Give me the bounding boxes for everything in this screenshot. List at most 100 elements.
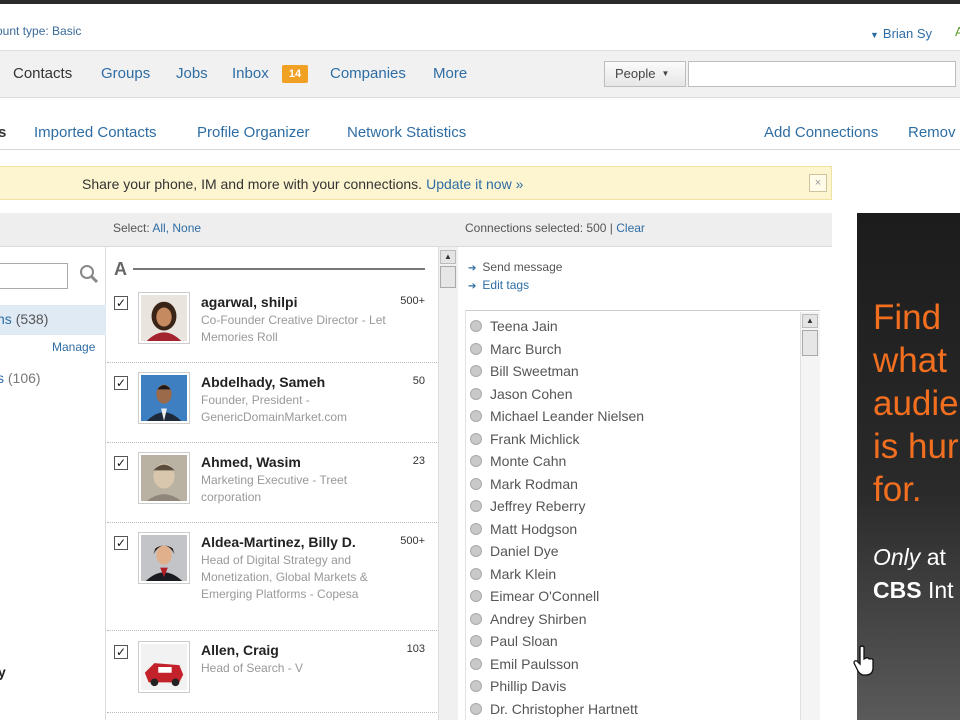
tab-network-statistics[interactable]: Network Statistics — [347, 124, 466, 141]
tag-item[interactable]: s (106) — [0, 370, 41, 386]
remove-icon[interactable] — [470, 477, 482, 490]
remove-icon[interactable] — [470, 365, 482, 377]
avatar[interactable] — [138, 641, 190, 693]
close-icon[interactable]: × — [809, 174, 827, 192]
selected-name: Marc Burch — [490, 340, 562, 357]
tag-all-connections[interactable]: ns (538) — [0, 311, 48, 327]
contact-row[interactable]: ✓ Abdelhady, Sameh Founder, President - … — [107, 363, 437, 443]
tag-name: s — [0, 370, 4, 386]
remove-icon[interactable] — [470, 657, 482, 670]
selected-item: Dr. Christopher Hartnett — [470, 701, 790, 720]
avatar[interactable] — [138, 452, 190, 504]
remove-icon[interactable] — [470, 612, 482, 625]
contact-row[interactable]: ✓ Aldea-Martinez, Billy D. Head of Digit… — [107, 523, 437, 631]
search-scope-select[interactable]: People ▼ — [604, 61, 686, 87]
contact-name[interactable]: Abdelhady, Sameh — [201, 374, 325, 390]
contacts-scroll-thumb[interactable] — [440, 266, 456, 288]
tag-search-input[interactable] — [0, 263, 68, 289]
search-input[interactable] — [688, 61, 956, 87]
ad-brand: CBS Int — [873, 577, 954, 604]
contact-row[interactable]: ✓ agarwal, shilpi Co-Founder Creative Di… — [107, 283, 437, 363]
contact-name[interactable]: Aldea-Martinez, Billy D. — [201, 534, 356, 550]
ad-headline-line: audie — [873, 384, 959, 423]
remove-icon[interactable] — [470, 567, 482, 580]
search-icon[interactable] — [77, 262, 101, 286]
remove-icon[interactable] — [470, 387, 482, 400]
add-connections-link[interactable]: Add Connections — [764, 124, 878, 141]
contacts-scrollbar[interactable] — [438, 247, 458, 720]
remove-icon[interactable] — [470, 545, 482, 557]
remove-icon[interactable] — [470, 635, 482, 647]
avatar[interactable] — [138, 372, 190, 424]
edit-tags-action[interactable]: ➔ Edit tags — [468, 278, 529, 292]
contact-name[interactable]: Ahmed, Wasim — [201, 454, 301, 470]
connection-count: 23 — [412, 455, 425, 467]
notice-banner: Share your phone, IM and more with your … — [0, 166, 832, 200]
avatar[interactable] — [138, 532, 190, 584]
selected-name: Frank Michlick — [490, 430, 580, 447]
selected-name: Jason Cohen — [490, 385, 573, 402]
selected-item: Eimear O'Connell — [470, 588, 790, 611]
remove-icon[interactable] — [470, 342, 482, 355]
nav-companies[interactable]: Companies — [330, 65, 406, 82]
update-now-link[interactable]: Update it now » — [426, 176, 523, 192]
scroll-up-arrow-icon[interactable]: ▲ — [440, 250, 456, 264]
remove-icon[interactable] — [470, 590, 482, 602]
selected-scrollbar[interactable] — [800, 312, 820, 720]
contact-checkbox[interactable]: ✓ — [114, 296, 128, 310]
inbox-count-badge[interactable]: 14 — [282, 65, 308, 83]
selected-item: Matt Hodgson — [470, 521, 790, 544]
language-menu-fragment[interactable]: A — [955, 24, 960, 40]
remove-icon[interactable] — [470, 702, 482, 715]
contact-title: Marketing Executive - Treet corporation — [201, 473, 348, 504]
remove-icon[interactable] — [470, 500, 482, 512]
tab-connections[interactable]: s — [0, 124, 6, 141]
user-menu[interactable]: ▼ Brian Sy — [870, 26, 932, 41]
remove-icon[interactable] — [470, 455, 482, 467]
send-message-action[interactable]: ➔ Send message — [468, 260, 562, 274]
selected-name: Matt Hodgson — [490, 520, 578, 537]
select-none-link[interactable]: None — [172, 221, 201, 235]
remove-icon[interactable] — [470, 680, 482, 692]
contact-checkbox[interactable]: ✓ — [114, 456, 128, 470]
scroll-up-arrow-icon[interactable]: ▲ — [802, 314, 818, 328]
select-all-link[interactable]: All, — [152, 221, 169, 235]
remove-icon[interactable] — [470, 522, 482, 535]
selected-name: Andrey Shirben — [490, 610, 587, 627]
letter-divider — [133, 268, 425, 270]
selection-status: Connections selected: 500 | Clear — [465, 221, 645, 235]
selected-name: Michael Leander Nielsen — [490, 408, 645, 424]
manage-tags-link[interactable]: Manage — [52, 340, 95, 354]
contact-row[interactable]: ✓ Allen, Craig Head of Search - V 103 — [107, 631, 437, 713]
nav-more[interactable]: More — [433, 65, 467, 82]
remove-icon[interactable] — [470, 410, 482, 422]
tag-item-fragment[interactable]: y — [0, 664, 6, 680]
tag-count: (106) — [7, 370, 41, 386]
account-type[interactable]: ount type: Basic — [0, 24, 81, 38]
nav-inbox[interactable]: Inbox — [232, 65, 269, 82]
contact-row[interactable]: ✓ Ahmed, Wasim Marketing Executive - Tre… — [107, 443, 437, 523]
contact-checkbox[interactable]: ✓ — [114, 376, 128, 390]
nav-jobs[interactable]: Jobs — [176, 65, 208, 82]
remove-icon[interactable] — [470, 320, 482, 332]
selected-name: Teena Jain — [490, 318, 558, 334]
nav-groups[interactable]: Groups — [101, 65, 150, 82]
nav-contacts[interactable]: Contacts — [13, 65, 72, 82]
selected-item: Jason Cohen — [470, 386, 790, 409]
tab-imported-contacts[interactable]: Imported Contacts — [34, 124, 157, 141]
ad-tagline: Only at — [873, 544, 946, 571]
selected-item: Phillip Davis — [470, 678, 790, 701]
ad-headline-line: Find — [873, 298, 942, 337]
remove-icon[interactable] — [470, 432, 482, 445]
contact-name[interactable]: Allen, Craig — [201, 642, 279, 658]
contact-checkbox[interactable]: ✓ — [114, 536, 128, 550]
selected-scroll-thumb[interactable] — [802, 330, 818, 356]
contact-name[interactable]: agarwal, shilpi — [201, 294, 297, 310]
remove-connections-link[interactable]: Remov — [908, 124, 956, 141]
advertisement[interactable]: Find what audie is hur for. Only at CBS … — [857, 213, 960, 720]
tab-profile-organizer[interactable]: Profile Organizer — [197, 124, 310, 141]
clear-selection-link[interactable]: Clear — [616, 221, 645, 235]
selected-item: Michael Leander Nielsen — [470, 408, 790, 431]
avatar[interactable] — [138, 292, 190, 344]
contact-checkbox[interactable]: ✓ — [114, 645, 128, 659]
